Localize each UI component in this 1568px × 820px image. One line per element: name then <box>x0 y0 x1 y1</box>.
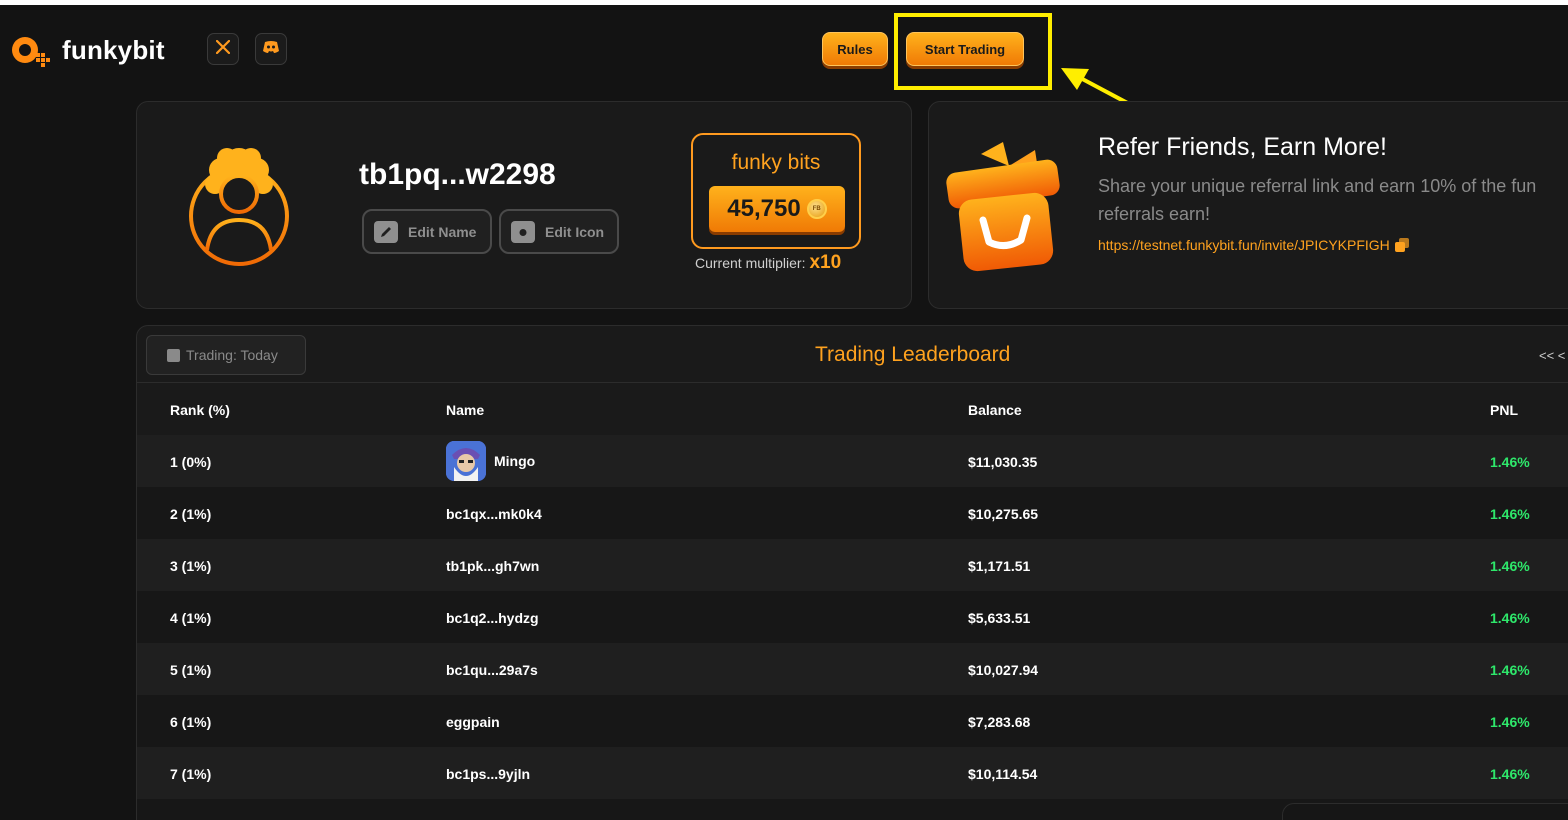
row-rank: 4 (1%) <box>170 610 212 626</box>
row-pnl: 1.46% <box>1490 506 1530 522</box>
row-pnl: 1.46% <box>1490 558 1530 574</box>
row-pnl: 1.46% <box>1490 610 1530 626</box>
row-pnl: 1.46% <box>1490 766 1530 782</box>
top-header: funkybit Rules Start Trading <box>0 5 1568 95</box>
row-rank: 5 (1%) <box>170 662 212 678</box>
discord-icon <box>262 40 280 59</box>
row-balance: $11,030.35 <box>968 454 1038 470</box>
multiplier-label: Current multiplier: <box>695 255 806 271</box>
leaderboard-header: Trading: Today Trading Leaderboard << < <box>137 326 1568 383</box>
row-balance: $10,275.65 <box>968 506 1039 522</box>
bottom-right-panel <box>1282 803 1568 820</box>
column-header-rank[interactable]: Rank (%) <box>170 402 230 418</box>
referral-link-text: https://testnet.funkybit.fun/invite/JPIC… <box>1098 237 1390 253</box>
row-name: eggpain <box>446 714 500 730</box>
brand-name: funkybit <box>62 34 165 65</box>
x-twitter-icon <box>215 39 231 59</box>
row-name: bc1q2...hydzg <box>446 610 539 626</box>
multiplier-text: Current multiplier: x10 <box>695 252 841 274</box>
referral-card: Refer Friends, Earn More! Share your uni… <box>928 101 1568 309</box>
column-header-balance[interactable]: Balance <box>968 402 1022 418</box>
profile-card: tb1pq...w2298 Edit Name Edit Icon funky … <box>136 101 912 309</box>
referral-description-line2: referrals earn! <box>1098 204 1211 224</box>
column-header-name[interactable]: Name <box>446 402 484 418</box>
row-pnl: 1.46% <box>1490 662 1530 678</box>
copy-icon[interactable] <box>1394 238 1409 252</box>
table-row[interactable]: 7 (1%) bc1ps...9yjln $10,114.54 1.46% <box>137 747 1568 799</box>
table-row[interactable]: 4 (1%) bc1q2...hydzg $5,633.51 1.46% <box>137 591 1568 643</box>
row-name: tb1pk...gh7wn <box>446 558 540 574</box>
row-balance: $10,114.54 <box>968 766 1038 782</box>
row-balance: $7,283.68 <box>968 714 1031 730</box>
funky-bits-title: funky bits <box>731 151 821 174</box>
row-rank: 2 (1%) <box>170 506 212 522</box>
rules-button[interactable]: Rules <box>822 32 888 66</box>
referral-description: Share your unique referral link and earn… <box>1098 172 1568 228</box>
referral-link[interactable]: https://testnet.funkybit.fun/invite/JPIC… <box>1098 237 1409 253</box>
row-rank: 1 (0%) <box>170 454 212 470</box>
table-row[interactable]: 2 (1%) bc1qx...mk0k4 $10,275.65 1.46% <box>137 487 1568 539</box>
funky-bits-amount: 45,750 FB <box>709 186 845 232</box>
profile-username: tb1pq...w2298 <box>359 158 556 191</box>
funkybit-logo-icon <box>8 31 54 69</box>
row-balance: $1,171.51 <box>968 558 1031 574</box>
row-rank: 3 (1%) <box>170 558 212 574</box>
row-rank: 7 (1%) <box>170 766 212 782</box>
row-pnl: 1.46% <box>1490 454 1530 470</box>
referral-title: Refer Friends, Earn More! <box>1098 133 1387 161</box>
avatar-icon <box>189 148 289 266</box>
calendar-icon <box>167 348 180 362</box>
row-pnl: 1.46% <box>1490 714 1530 730</box>
row-name: Mingo <box>494 453 536 469</box>
user-avatar <box>446 441 486 481</box>
camera-icon <box>511 220 535 243</box>
referral-description-line1: Share your unique referral link and earn… <box>1098 176 1537 196</box>
table-row[interactable]: 5 (1%) bc1qu...29a7s $10,027.94 1.46% <box>137 643 1568 695</box>
avatar[interactable] <box>187 142 297 272</box>
funky-bits-value: 45,750 <box>727 195 801 222</box>
annotation-highlight-box <box>894 13 1052 90</box>
gift-icon <box>943 136 1073 281</box>
row-rank: 6 (1%) <box>170 714 212 730</box>
brand-logo[interactable]: funkybit <box>8 31 165 69</box>
leaderboard-title: Trading Leaderboard <box>815 343 1011 366</box>
leaderboard-pagination[interactable]: << < <box>1539 348 1565 363</box>
edit-icon-label: Edit Icon <box>545 223 605 240</box>
x-twitter-button[interactable] <box>207 33 239 65</box>
multiplier-value: x10 <box>809 252 842 273</box>
edit-name-button[interactable]: Edit Name <box>362 209 492 254</box>
edit-name-label: Edit Name <box>408 223 477 240</box>
leaderboard-panel: Trading: Today Trading Leaderboard << < … <box>136 325 1568 820</box>
discord-button[interactable] <box>255 33 287 65</box>
table-row[interactable]: 6 (1%) eggpain $7,283.68 1.46% <box>137 695 1568 747</box>
funky-bits-panel: funky bits 45,750 FB <box>691 133 861 249</box>
row-name-cell: Mingo <box>446 441 535 481</box>
column-header-pnl[interactable]: PNL <box>1490 402 1518 418</box>
trading-period-filter[interactable]: Trading: Today <box>146 335 306 375</box>
filter-label: Trading: Today <box>186 347 278 363</box>
table-row[interactable]: 1 (0%) Mingo $11,030.35 1.46% <box>137 435 1568 487</box>
coin-icon: FB <box>806 199 827 219</box>
leaderboard-rows: 1 (0%) Mingo $11,030.35 1.46% 2 (1%) bc1… <box>137 435 1568 820</box>
leaderboard-column-headers: Rank (%) Name Balance PNL <box>137 383 1568 435</box>
pencil-icon <box>374 220 398 243</box>
row-name: bc1qu...29a7s <box>446 662 538 678</box>
edit-icon-button[interactable]: Edit Icon <box>499 209 619 254</box>
table-row[interactable]: 3 (1%) tb1pk...gh7wn $1,171.51 1.46% <box>137 539 1568 591</box>
row-balance: $5,633.51 <box>968 610 1031 626</box>
row-name: bc1ps...9yjln <box>446 766 531 782</box>
row-name: bc1qx...mk0k4 <box>446 506 542 522</box>
row-balance: $10,027.94 <box>968 662 1039 678</box>
